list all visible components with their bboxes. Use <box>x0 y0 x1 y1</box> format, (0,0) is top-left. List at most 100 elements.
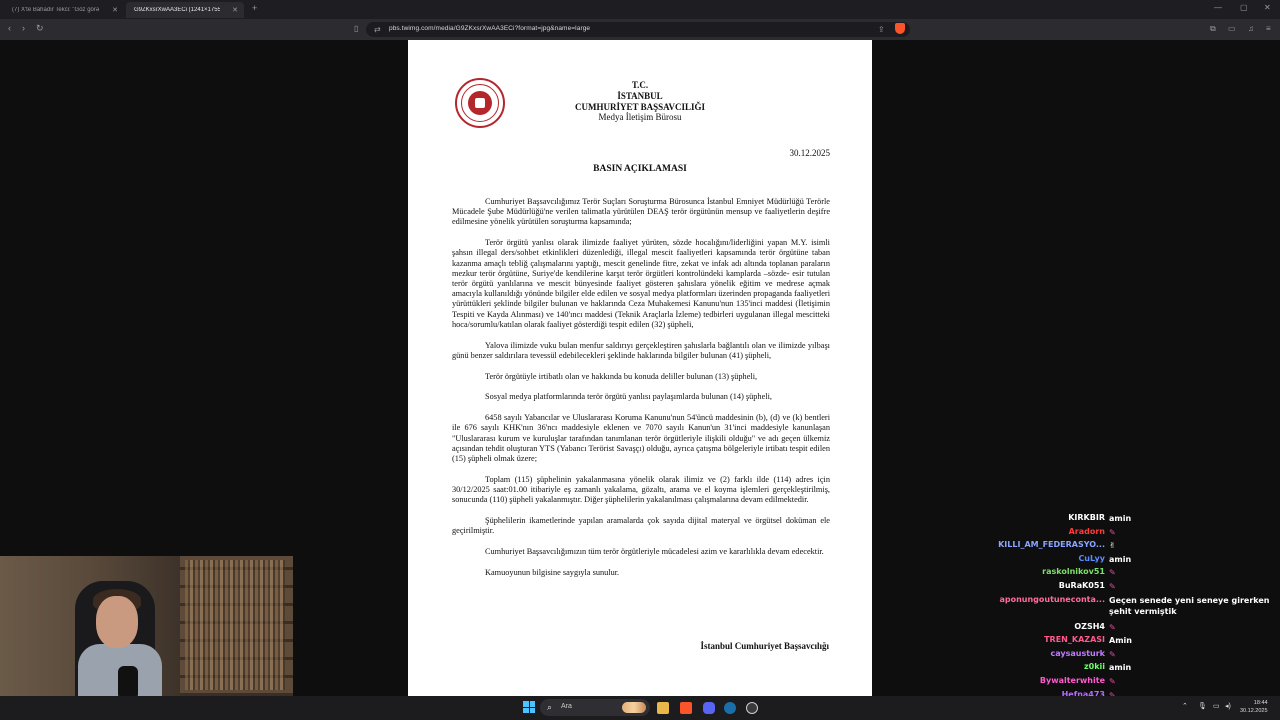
back-icon[interactable]: ‹ <box>8 23 11 33</box>
chat-text: ✌ <box>1109 541 1116 551</box>
site-info-icon[interactable]: ⇄ <box>374 25 381 34</box>
address-bar[interactable]: ⇄ pbs.twimg.com/media/G9ZKxsrXwAA3ECi?fo… <box>366 22 910 37</box>
clock-time: 18:44 <box>1253 700 1268 706</box>
chat-username[interactable]: OZSH4 <box>1074 622 1105 631</box>
chat-message: caysausturk ✎ <box>990 649 1280 663</box>
chat-username[interactable]: CuLyy <box>1078 554 1105 563</box>
chat-message: KILLI_AM_FEDERASYO... ✌ <box>990 540 1280 554</box>
chat-text: ✎ <box>1109 677 1116 686</box>
chat-message: KIRKBIR amin <box>990 513 1280 527</box>
forward-icon[interactable]: › <box>22 23 25 33</box>
volume-icon[interactable]: ◂) <box>1225 702 1231 710</box>
webcam-overlay <box>0 556 293 696</box>
chat-username[interactable]: z0kii <box>1084 662 1105 671</box>
chat-username[interactable]: raskolnikov51 <box>1042 567 1105 576</box>
extensions-icon[interactable]: ⧉ <box>1210 24 1216 34</box>
header-bureau: Medya İletişim Bürosu <box>598 112 682 122</box>
chat-message: TREN_KAZASI Amin <box>990 635 1280 649</box>
obs-icon[interactable] <box>746 702 758 714</box>
press-release-document: T.C. İSTANBUL CUMHURİYET BAŞSAVCILIĞI Me… <box>408 40 872 696</box>
maximize-icon[interactable]: ▢ <box>1240 3 1248 12</box>
chat-message: z0kii amin <box>990 662 1280 676</box>
chat-username[interactable]: caysausturk <box>1050 649 1105 658</box>
paragraph: Kamuoyunun bilgisine saygıyla sunulur. <box>485 567 620 577</box>
paragraph: Cumhuriyet Başsavcılığımızın tüm terör ö… <box>485 547 824 557</box>
chat-text: amin <box>1109 663 1132 673</box>
steam-icon[interactable] <box>724 702 736 714</box>
paragraph: Yalova ilimizde vuku bulan menfur saldır… <box>452 340 830 360</box>
chat-username[interactable]: BuRaK051 <box>1059 581 1105 590</box>
file-explorer-icon[interactable] <box>657 702 669 714</box>
windows-start-icon[interactable] <box>523 701 535 713</box>
chat-username[interactable]: TREN_KAZASI <box>1044 635 1105 644</box>
chat-message: aponungoutuneconta... Geçen senede yeni s… <box>990 595 1280 616</box>
search-label: Ara <box>561 703 572 710</box>
paragraph: Toplam (115) şüphelinin yakalanmasına yö… <box>452 474 830 505</box>
chat-text: amin <box>1109 514 1132 523</box>
reload-icon[interactable]: ↻ <box>36 23 44 34</box>
microphone-icon[interactable]: 🎙 <box>1198 702 1207 710</box>
signature: İstanbul Cumhuriyet Başsavcılığı <box>700 641 829 651</box>
chat-message: CuLyy amin <box>990 554 1280 568</box>
paragraph: Sosyal medya platformlarında terör örgüt… <box>485 392 772 402</box>
url-text: pbs.twimg.com/media/G9ZKxsrXwAA3ECi?form… <box>389 25 591 32</box>
close-icon[interactable]: ✕ <box>232 6 238 14</box>
system-clock[interactable]: 18:44 30.12.2025 <box>1240 699 1268 715</box>
paragraph: Terör örgütü yanlısı olarak ilimizde faa… <box>452 238 830 329</box>
search-highlight-image <box>622 702 646 713</box>
tab-x-post[interactable]: (7) X'te Bahadır Tekci: "Göz görə gö" ✕ <box>4 2 124 18</box>
media-icon[interactable]: ♫ <box>1248 24 1254 33</box>
discord-icon[interactable] <box>703 702 715 714</box>
chat-username[interactable]: KIRKBIR <box>1068 513 1105 522</box>
share-icon[interactable]: ⇪ <box>878 25 885 34</box>
chat-text: ✎ <box>1109 582 1116 591</box>
chat-text: ✎ <box>1109 568 1116 578</box>
chat-message: raskolnikov51 ✎ <box>990 567 1280 581</box>
tab-bar: (7) X'te Bahadır Tekci: "Göz görə gö" ✕ … <box>0 0 1280 19</box>
chat-username[interactable]: aponungoutuneconta... <box>999 595 1105 604</box>
chat-text: ✎ <box>1109 649 1116 659</box>
close-icon[interactable]: ✕ <box>112 6 118 14</box>
tab-image[interactable]: G9ZKxsrXwAA3ECi (1241×1755) ✕ <box>126 2 244 18</box>
search-icon: ⌕ <box>547 702 553 712</box>
taskbar-search[interactable]: ⌕ Ara <box>540 699 650 716</box>
header-city: İSTANBUL <box>617 91 663 101</box>
document-title: BASIN AÇIKLAMASI <box>593 164 687 174</box>
network-icon[interactable]: ▭ <box>1213 702 1220 710</box>
chat-text: Geçen senede yeni seneye girerken şehit … <box>1109 595 1270 616</box>
tab-title: (7) X'te Bahadır Tekci: "Göz görə gö" <box>12 7 100 13</box>
browser-toolbar: ‹ › ↻ ▯ ⇄ pbs.twimg.com/media/G9ZKxsrXwA… <box>0 19 1280 40</box>
tray-chevron-icon[interactable]: ⌃ <box>1182 702 1188 710</box>
stream-chat: KIRKBIR amin Aradorn ✎ KILLI_AM_FEDERASYO...… <box>990 500 1280 712</box>
brave-shields-icon[interactable] <box>895 23 905 34</box>
chat-message: BuRaK051 ✎ <box>990 581 1280 595</box>
chat-username[interactable]: Bywalterwhite <box>1040 676 1105 685</box>
menu-icon[interactable]: ≡ <box>1266 24 1271 33</box>
paragraph: Terör örgütüyle irtibatlı olan ve hakkın… <box>485 371 758 381</box>
document-date: 30.12.2025 <box>789 148 831 158</box>
paragraph: Cumhuriyet Başsavcılığımız Terör Suçları… <box>452 197 830 227</box>
sidebar-icon[interactable]: ▭ <box>1228 24 1236 33</box>
taskbar: ⌕ Ara ⌃ 🎙 ▭ ◂) 18:44 30.12.2025 <box>0 696 1280 720</box>
chat-text: ✎ <box>1109 527 1116 537</box>
header-tc: T.C. <box>631 80 649 90</box>
prosecutor-seal-logo <box>455 78 505 128</box>
chat-message: Aradorn ✎ <box>990 527 1280 541</box>
new-tab-icon[interactable]: + <box>252 3 257 13</box>
chat-username[interactable]: Aradorn <box>1069 527 1105 536</box>
bookmark-icon[interactable]: ▯ <box>354 24 358 33</box>
paragraph: 6458 sayılı Yabancılar ve Uluslararası K… <box>452 413 830 464</box>
clock-date: 30.12.2025 <box>1240 708 1268 714</box>
chat-message: OZSH4 ✎ <box>990 622 1280 636</box>
chat-message: Bywalterwhite ✎ <box>990 676 1280 690</box>
close-window-icon[interactable]: ✕ <box>1264 3 1271 12</box>
chat-username[interactable]: KILLI_AM_FEDERASYO... <box>998 540 1105 549</box>
document-body: Cumhuriyet Başsavcılığımız Terör Suçları… <box>452 197 830 589</box>
brave-browser-icon[interactable] <box>680 702 692 714</box>
minimize-icon[interactable]: — <box>1214 3 1222 12</box>
chat-text: ✎ <box>1109 622 1116 632</box>
chat-text: amin <box>1109 554 1132 564</box>
tab-title: G9ZKxsrXwAA3ECi (1241×1755) <box>134 7 220 13</box>
paragraph: Şüphelilerin ikametlerinde yapılan arama… <box>452 516 830 536</box>
chat-text: Amin <box>1109 636 1132 646</box>
